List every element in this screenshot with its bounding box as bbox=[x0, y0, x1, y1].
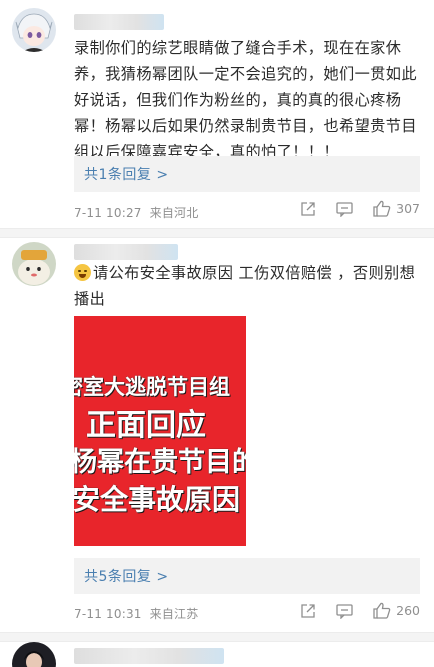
like-button[interactable]: 260 bbox=[373, 602, 420, 619]
share-icon[interactable] bbox=[300, 603, 316, 619]
timestamp: 7-11 10:27 bbox=[74, 206, 142, 220]
like-button[interactable]: 307 bbox=[373, 200, 420, 217]
avatar[interactable] bbox=[12, 8, 56, 52]
comment-text-content: 请公布安全事故原因 工伤双倍赔偿 ，否则别想播出 bbox=[74, 264, 416, 308]
poster-line-1: 密室大逃脱节目组 bbox=[74, 375, 230, 399]
reply-box[interactable]: 共5条回复 > bbox=[74, 558, 420, 594]
comment-text: 录制你们的综艺眼睛做了缝合手术，现在在家休养，我猜杨幂团队一定不会追究的，她们一… bbox=[74, 39, 417, 161]
username-blurred[interactable] bbox=[74, 244, 178, 260]
comment-image[interactable]: 密室大逃脱节目组 正面回应 杨幂在贵节目的 安全事故原因 bbox=[74, 316, 246, 546]
avatar[interactable] bbox=[12, 242, 56, 286]
poster-line-2: 正面回应 bbox=[86, 408, 206, 443]
view-replies-link[interactable]: 共5条回复 > bbox=[84, 566, 169, 586]
poster-line-3: 杨幂在贵节目的 bbox=[74, 447, 246, 478]
comment-2: 请公布安全事故原因 工伤双倍赔偿 ，否则别想播出 密室大逃脱节目组 正面回应 杨… bbox=[0, 238, 434, 634]
comment-actions: 260 bbox=[284, 602, 420, 619]
divider bbox=[0, 632, 434, 642]
timestamp: 7-11 10:31 bbox=[74, 607, 142, 621]
comment-actions: 307 bbox=[284, 200, 420, 217]
grinning-sweat-emoji bbox=[74, 264, 91, 281]
comment-meta: 7-11 10:27 来自河北 bbox=[74, 204, 198, 221]
comment-meta: 7-11 10:31 来自江苏 bbox=[74, 605, 198, 622]
comment-1: 录制你们的综艺眼睛做了缝合手术，现在在家休养，我猜杨幂团队一定不会追究的，她们一… bbox=[0, 0, 434, 228]
view-replies-link[interactable]: 共1条回复 > bbox=[84, 164, 169, 184]
like-count: 307 bbox=[396, 201, 420, 216]
comment-icon[interactable] bbox=[336, 603, 353, 619]
comment-text: 请公布安全事故原因 工伤双倍赔偿 ，否则别想播出 bbox=[74, 260, 422, 312]
username-blurred[interactable] bbox=[74, 648, 224, 664]
comment-3 bbox=[0, 642, 434, 667]
comment-icon[interactable] bbox=[336, 201, 353, 217]
divider bbox=[0, 228, 434, 238]
location: 来自河北 bbox=[149, 206, 199, 220]
share-icon[interactable] bbox=[300, 201, 316, 217]
avatar[interactable] bbox=[12, 642, 56, 667]
like-icon bbox=[373, 602, 391, 619]
like-count: 260 bbox=[396, 603, 420, 618]
username-blurred[interactable] bbox=[74, 14, 164, 30]
poster-line-4: 安全事故原因 bbox=[74, 483, 241, 516]
reply-box[interactable]: 共1条回复 > bbox=[74, 156, 420, 192]
like-icon bbox=[373, 200, 391, 217]
location: 来自江苏 bbox=[149, 607, 199, 621]
